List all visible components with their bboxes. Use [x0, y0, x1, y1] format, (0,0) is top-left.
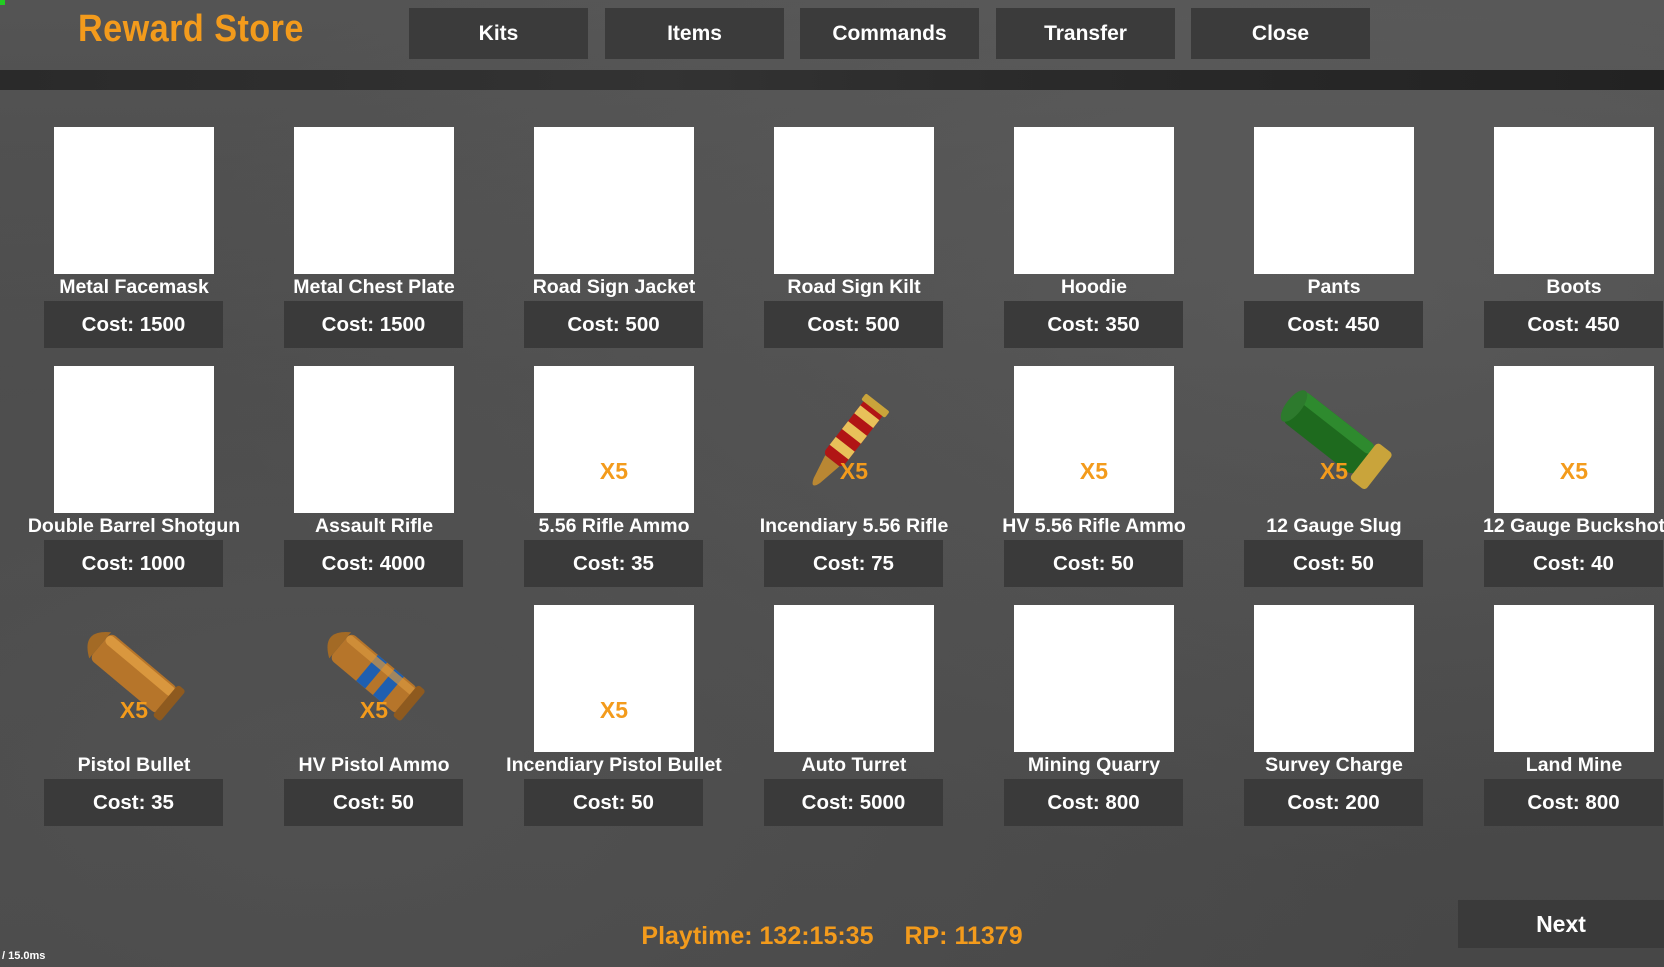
playtime-readout: Playtime: 132:15:35	[641, 922, 874, 950]
blank-slot-icon	[534, 127, 694, 274]
blank-slot-icon	[1494, 127, 1654, 274]
item-cost-button[interactable]: Cost: 800	[1484, 779, 1663, 826]
top-bar: Reward Store Kits Items Commands Transfe…	[0, 0, 1664, 70]
item-name: Incendiary Pistol Bullet	[506, 754, 722, 776]
nav-transfer-button[interactable]: Transfer	[996, 8, 1175, 59]
item-name: 5.56 Rifle Ammo	[538, 515, 690, 537]
blank-slot-icon: X5	[1494, 366, 1654, 513]
item-name: HV 5.56 Rifle Ammo	[1002, 515, 1186, 537]
item-cost-button[interactable]: Cost: 75	[764, 540, 943, 587]
shotgun-slug-shell-icon: X5	[1254, 366, 1414, 513]
item-name: Road Sign Jacket	[532, 276, 696, 298]
item-name: Double Barrel Shotgun	[27, 515, 241, 537]
blank-slot-icon	[1014, 605, 1174, 752]
hv-pistol-bullet-icon: X5	[294, 605, 454, 752]
blank-slot-icon	[294, 127, 454, 274]
item-quantity: X5	[1079, 458, 1109, 484]
item-name: Pants	[1307, 276, 1361, 298]
blank-slot-icon	[774, 127, 934, 274]
item-name: Incendiary 5.56 Rifle	[759, 515, 949, 537]
pistol-bullet-icon: X5	[54, 605, 214, 752]
blank-slot-icon	[1494, 605, 1654, 752]
item-cost-button[interactable]: Cost: 1500	[284, 301, 463, 348]
item-name: Mining Quarry	[1027, 754, 1161, 776]
item-quantity: X5	[119, 697, 149, 723]
item-name: Metal Facemask	[59, 276, 209, 298]
blank-slot-icon	[1014, 127, 1174, 274]
item-cost-button[interactable]: Cost: 50	[284, 779, 463, 826]
item-cost-button[interactable]: Cost: 500	[764, 301, 943, 348]
item-cost-button[interactable]: Cost: 4000	[284, 540, 463, 587]
item-name: Land Mine	[1525, 754, 1623, 776]
item-cost-button[interactable]: Cost: 800	[1004, 779, 1183, 826]
item-name: Hoodie	[1060, 276, 1128, 298]
blank-slot-icon	[54, 366, 214, 513]
blank-slot-icon: X5	[1014, 366, 1174, 513]
header-divider	[0, 70, 1664, 90]
item-cost-button[interactable]: Cost: 200	[1244, 779, 1423, 826]
item-quantity: X5	[599, 697, 629, 723]
item-cost-button[interactable]: Cost: 5000	[764, 779, 943, 826]
item-name: Road Sign Kilt	[787, 276, 921, 298]
status-footer: Playtime: 132:15:35 RP: 11379	[0, 922, 1664, 951]
blank-slot-icon	[1254, 605, 1414, 752]
item-name: 12 Gauge Slug	[1266, 515, 1402, 537]
nav-items-button[interactable]: Items	[605, 8, 784, 59]
next-page-button[interactable]: Next	[1458, 900, 1664, 948]
item-cost-button[interactable]: Cost: 450	[1244, 301, 1423, 348]
item-cost-button[interactable]: Cost: 50	[1004, 540, 1183, 587]
item-name: Pistol Bullet	[77, 754, 191, 776]
blank-slot-icon	[1254, 127, 1414, 274]
item-cost-button[interactable]: Cost: 500	[524, 301, 703, 348]
item-name: Boots	[1546, 276, 1602, 298]
item-name: Auto Turret	[801, 754, 907, 776]
blank-slot-icon: X5	[534, 366, 694, 513]
frame-time-readout: / 15.0ms	[2, 950, 46, 962]
item-quantity: X5	[839, 458, 869, 484]
item-cost-button[interactable]: Cost: 350	[1004, 301, 1183, 348]
rp-readout: RP: 11379	[904, 922, 1023, 950]
item-cost-button[interactable]: Cost: 1000	[44, 540, 223, 587]
item-name: HV Pistol Ammo	[298, 754, 450, 776]
nav-close-button[interactable]: Close	[1191, 8, 1370, 59]
item-name: Assault Rifle	[314, 515, 434, 537]
item-cost-button[interactable]: Cost: 50	[1244, 540, 1423, 587]
item-name: 12 Gauge Buckshot	[1482, 515, 1664, 537]
item-cost-button[interactable]: Cost: 450	[1484, 301, 1663, 348]
item-cost-button[interactable]: Cost: 35	[44, 779, 223, 826]
blank-slot-icon	[54, 127, 214, 274]
nav-commands-button[interactable]: Commands	[800, 8, 979, 59]
blank-slot-icon	[294, 366, 454, 513]
blank-slot-icon: X5	[534, 605, 694, 752]
item-quantity: X5	[359, 697, 389, 723]
item-cost-button[interactable]: Cost: 50	[524, 779, 703, 826]
item-name: Survey Charge	[1265, 754, 1403, 776]
item-cost-button[interactable]: Cost: 1500	[44, 301, 223, 348]
nav-kits-button[interactable]: Kits	[409, 8, 588, 59]
item-quantity: X5	[1559, 458, 1589, 484]
blank-slot-icon	[774, 605, 934, 752]
item-name: Metal Chest Plate	[293, 276, 455, 298]
item-quantity: X5	[1319, 458, 1349, 484]
store-title: Reward Store	[78, 8, 304, 50]
item-cost-button[interactable]: Cost: 35	[524, 540, 703, 587]
item-cost-button[interactable]: Cost: 40	[1484, 540, 1663, 587]
item-quantity: X5	[599, 458, 629, 484]
incendiary-rifle-bullet-icon: X5	[774, 366, 934, 513]
